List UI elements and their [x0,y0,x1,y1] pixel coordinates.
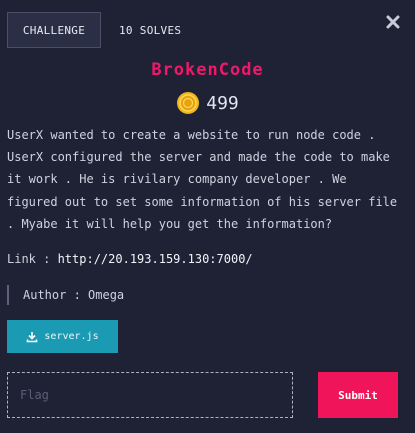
file-name: server.js [44,331,99,342]
challenge-description: UserX wanted to create a website to run … [7,128,398,231]
challenge-title: BrokenCode [151,60,264,80]
link-row: Link : http://20.193.159.130:7000/ [7,249,253,269]
download-icon [27,331,38,342]
flag-input[interactable] [7,372,293,418]
points-value: 499 [206,92,239,114]
link-label: Link : [7,252,58,266]
challenge-score: 499 [0,91,415,115]
submit-button[interactable]: Submit [318,372,398,418]
download-file-button[interactable]: server.js [7,320,118,353]
tab-challenge[interactable]: CHALLENGE [7,12,101,48]
challenge-link[interactable]: http://20.193.159.130:7000/ [58,252,253,266]
coin-icon [177,92,200,114]
tab-solves[interactable]: 10 SOLVES [110,12,190,48]
close-icon[interactable] [385,14,401,30]
author-line: Author : Omega [7,285,124,305]
